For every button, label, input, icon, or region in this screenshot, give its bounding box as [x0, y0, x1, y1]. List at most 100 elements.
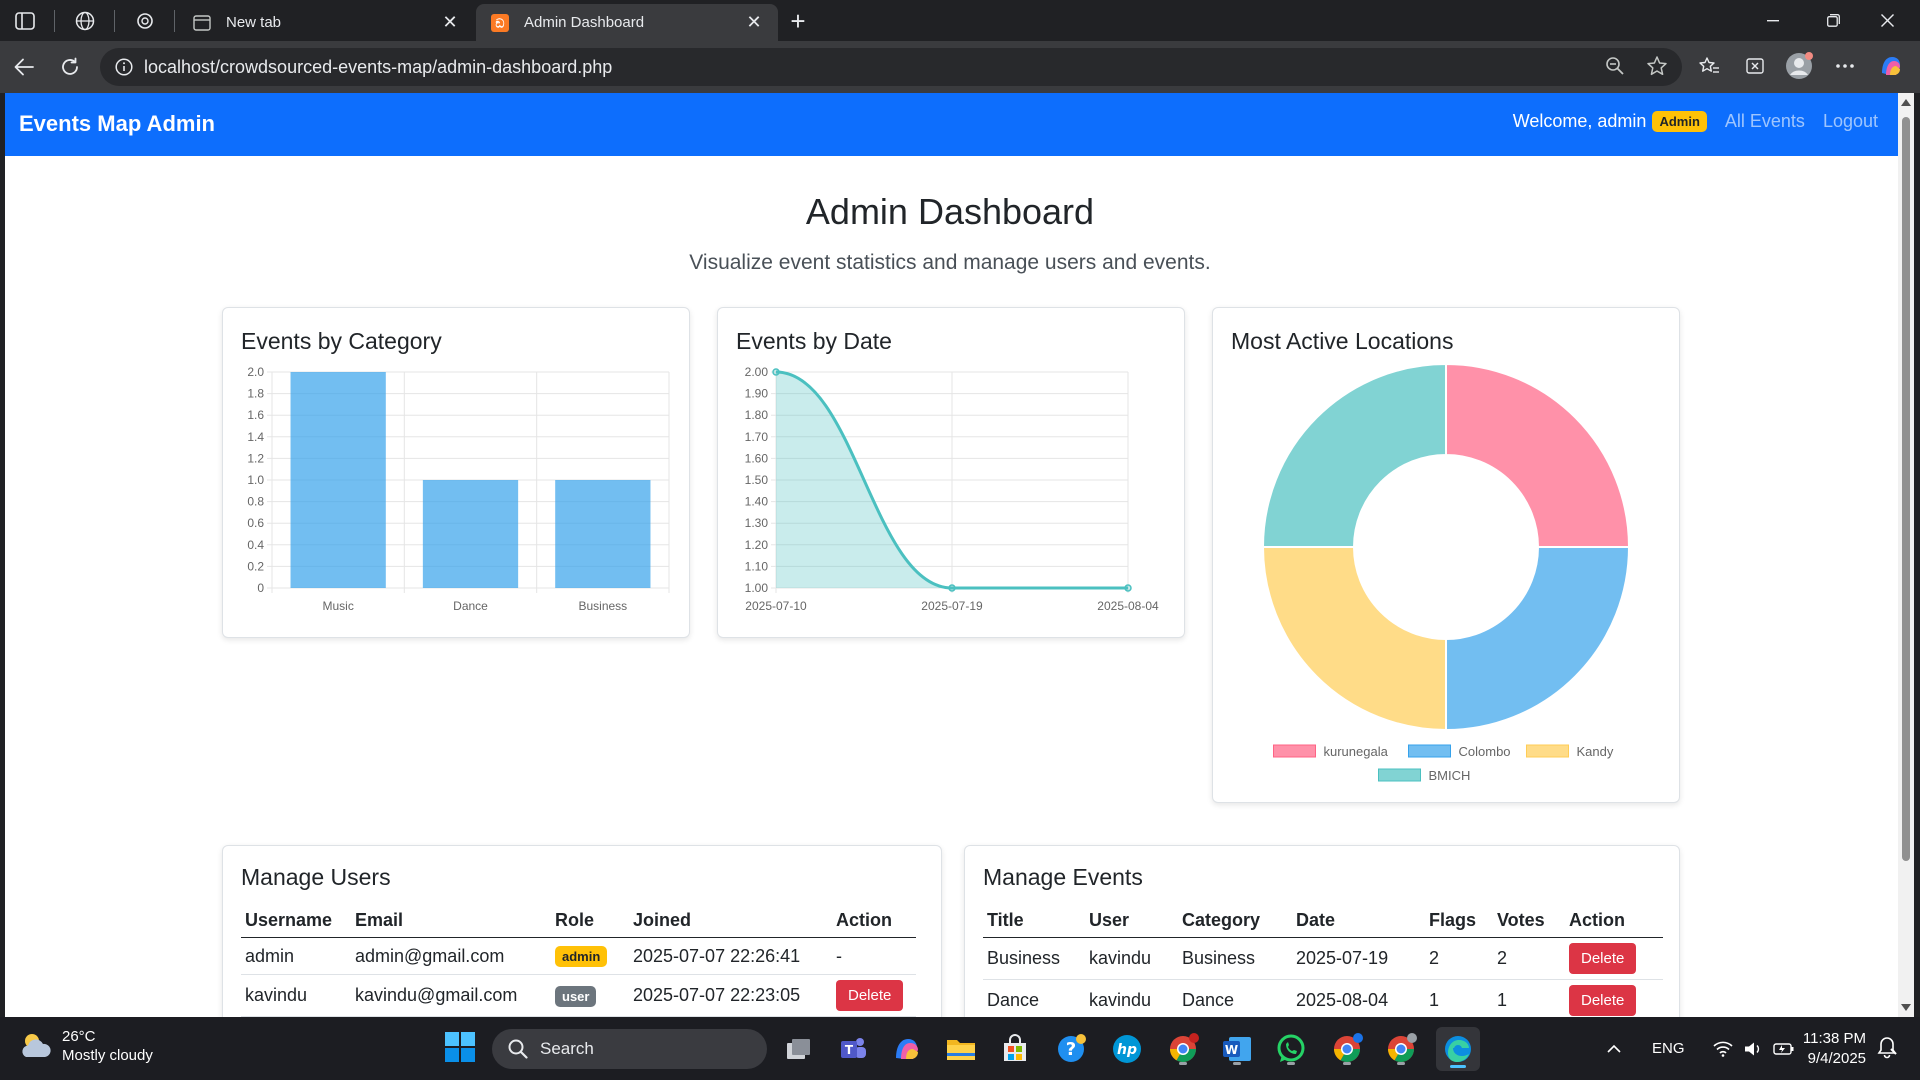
y-tick-label: 1.80 [745, 408, 769, 422]
all-events-link[interactable]: All Events [1725, 111, 1805, 132]
volume-icon[interactable] [1743, 1041, 1763, 1057]
windows-start-icon[interactable] [444, 1031, 478, 1065]
y-tick-label: 1.70 [745, 430, 769, 444]
close-tab-icon[interactable]: ✕ [440, 12, 460, 33]
col-email: Email [351, 903, 551, 938]
cell-title: Business [983, 937, 1085, 980]
copilot-app-icon[interactable] [888, 1030, 926, 1068]
search-icon [508, 1039, 528, 1059]
page-scrollbar[interactable] [1898, 93, 1914, 1017]
notification-bell-icon[interactable] [1876, 1035, 1898, 1064]
window-close-icon[interactable] [1862, 0, 1912, 41]
url-bar[interactable]: localhost/crowdsourced-events-map/admin-… [100, 48, 1682, 86]
chrome-profile-icon[interactable] [1328, 1030, 1366, 1068]
microsoft-store-icon[interactable] [996, 1030, 1034, 1068]
more-options-icon[interactable] [1828, 49, 1862, 83]
bar [422, 480, 519, 588]
address-toolbar: localhost/crowdsourced-events-map/admin-… [0, 41, 1920, 93]
tab-new-tab[interactable]: New tab ✕ [178, 4, 474, 41]
favorite-star-icon[interactable] [1640, 49, 1674, 83]
events-by-category-card: Events by Category 0 0.2 0.4 0.6 0.8 1.0 1.2 1.… [222, 307, 690, 638]
word-icon[interactable]: W [1218, 1030, 1256, 1068]
weather-temp: 26°C [62, 1028, 96, 1045]
weather-widget[interactable]: 26°C Mostly cloudy [18, 1027, 153, 1065]
back-icon[interactable] [6, 49, 42, 85]
y-tick-label: 0 [257, 581, 264, 595]
table-header-row: Title User Category Date Flags Votes Act… [983, 903, 1663, 938]
running-indicator [1179, 1062, 1187, 1065]
y-tick-label: 1.50 [745, 473, 769, 487]
events-by-category-chart: 0 0.2 0.4 0.6 0.8 1.0 1.2 1.4 1.6 1.8 2.0 Music Danc… [247, 365, 670, 613]
teams-icon[interactable]: T [834, 1030, 872, 1068]
language-indicator[interactable]: ENG [1652, 1040, 1685, 1057]
help-icon[interactable]: ? [1052, 1030, 1090, 1068]
file-explorer-icon[interactable] [942, 1030, 980, 1068]
col-flags: Flags [1425, 903, 1493, 938]
xampp-icon: ඞ [490, 13, 510, 33]
cell-votes: 2 [1493, 937, 1565, 980]
restore-icon[interactable] [1808, 0, 1858, 41]
table-row: Dance kavindu Dance 2025-08-04 1 1 Delet… [983, 979, 1663, 1017]
logout-link[interactable]: Logout [1823, 111, 1878, 132]
new-tab-button[interactable]: + [782, 6, 814, 36]
x-tick-label: Dance [453, 599, 488, 613]
delete-event-button[interactable]: Delete [1569, 985, 1637, 1016]
col-title: Title [983, 903, 1085, 938]
scrollbar-thumb[interactable] [1902, 117, 1910, 861]
clock-date: 9/4/2025 [1807, 1050, 1866, 1067]
sidebar-toggle-icon[interactable] [8, 6, 42, 36]
y-tick-label: 2.0 [247, 365, 264, 379]
task-view-icon[interactable] [780, 1030, 818, 1068]
site-info-icon[interactable] [104, 58, 144, 76]
legend-label: Kandy [1577, 744, 1614, 759]
collections-icon[interactable] [1738, 49, 1772, 83]
favorites-icon[interactable] [1692, 49, 1726, 83]
delete-user-button[interactable]: Delete [836, 980, 904, 1011]
running-indicator [1397, 1062, 1405, 1065]
url-text[interactable]: localhost/crowdsourced-events-map/admin-… [144, 57, 1682, 78]
svg-text:hp: hp [1117, 1042, 1137, 1058]
brand-title[interactable]: Events Map Admin [19, 111, 215, 137]
openai-icon[interactable] [128, 6, 162, 36]
y-tick-label: 1.0 [247, 473, 264, 487]
clock-time: 11:38 PM [1802, 1030, 1866, 1047]
bar [290, 372, 386, 588]
zoom-out-icon[interactable] [1598, 49, 1632, 83]
data-point [1124, 584, 1132, 592]
y-tick-label: 1.4 [247, 430, 264, 444]
legend-swatch [1378, 768, 1421, 782]
chrome-icon[interactable] [1164, 1030, 1202, 1068]
tab-admin-dashboard[interactable]: ඞ Admin Dashboard ✕ [476, 4, 778, 41]
minimize-icon[interactable] [1748, 0, 1798, 41]
chrome-profile-icon[interactable] [1382, 1030, 1420, 1068]
pie-slice [1445, 546, 1631, 732]
pie-slice [1261, 546, 1447, 732]
globe-icon[interactable] [68, 6, 102, 36]
taskbar-clock[interactable]: 11:38 PM 9/4/2025 [1800, 1029, 1866, 1069]
cloudy-weather-icon [22, 1034, 51, 1057]
scroll-up-icon[interactable] [1901, 99, 1911, 106]
col-role: Role [551, 903, 629, 938]
whatsapp-icon[interactable] [1272, 1030, 1310, 1068]
close-tab-icon[interactable]: ✕ [744, 12, 764, 33]
battery-icon[interactable] [1772, 1041, 1795, 1057]
copilot-icon[interactable] [1874, 49, 1908, 83]
cell-role: user [551, 974, 629, 1017]
cell-email: kavindu@gmail.com [351, 974, 551, 1017]
scroll-down-icon[interactable] [1901, 1004, 1911, 1011]
col-action: Action [1565, 903, 1663, 938]
delete-event-button[interactable]: Delete [1569, 943, 1637, 974]
events-by-date-chart: 1.00 1.10 1.20 1.30 1.40 1.50 1.60 1.70 1.80 1.90… [745, 365, 1159, 613]
reload-icon[interactable] [52, 49, 88, 85]
data-point [772, 368, 780, 376]
profile-avatar[interactable] [1782, 49, 1816, 83]
wifi-icon[interactable] [1712, 1041, 1733, 1057]
cell-action: Delete [1565, 979, 1663, 1017]
windows-taskbar: 26°C Mostly cloudy Search T ? hp W ENG 1… [0, 1017, 1920, 1080]
hp-icon[interactable]: hp [1108, 1030, 1146, 1068]
chevron-up-icon[interactable] [1606, 1044, 1622, 1054]
taskbar-search[interactable]: Search [492, 1029, 767, 1069]
y-tick-label: 1.90 [745, 387, 769, 401]
edge-icon[interactable] [1436, 1027, 1480, 1071]
most-active-locations-card: Most Active Locations kurunegala Colombo K… [1212, 307, 1680, 803]
